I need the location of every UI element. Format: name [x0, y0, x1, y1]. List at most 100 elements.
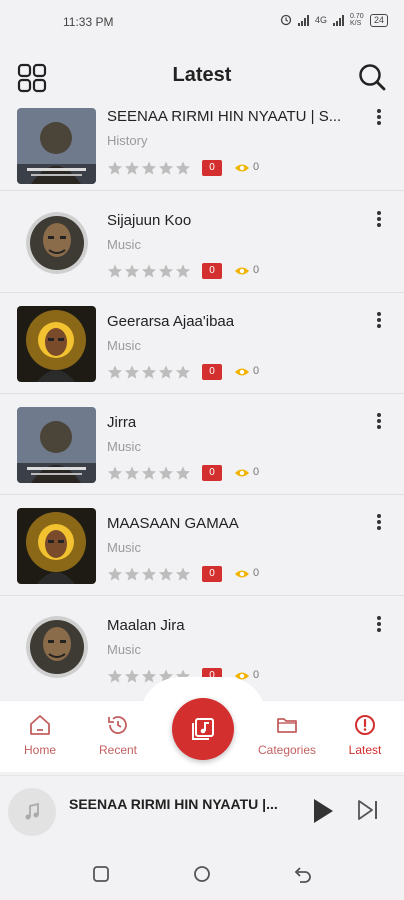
star-icon[interactable] — [124, 566, 140, 582]
track-thumbnail — [26, 616, 88, 678]
list-item[interactable]: SEENAA RIRMI HIN NYAATU | S... History 0… — [0, 104, 404, 191]
rating-stars[interactable] — [107, 263, 191, 279]
nav-home-label: Home — [23, 743, 56, 757]
star-icon[interactable] — [158, 160, 174, 176]
star-icon[interactable] — [175, 465, 191, 481]
nav-latest[interactable]: Latest — [325, 713, 404, 757]
play-icon[interactable] — [312, 798, 334, 824]
mini-player[interactable]: SEENAA RIRMI HIN NYAATU |... — [0, 775, 404, 847]
list-item[interactable]: MAASAAN GAMAA Music 0 0 — [0, 495, 404, 596]
eye-icon — [235, 267, 249, 275]
eye-icon — [235, 570, 249, 578]
star-icon[interactable] — [141, 160, 157, 176]
view-count: 0 — [253, 365, 260, 377]
skip-next-icon[interactable] — [356, 798, 380, 822]
track-category: Music — [107, 540, 141, 555]
list-item[interactable]: Geerarsa Ajaa'ibaa Music 0 0 — [0, 293, 404, 394]
star-icon[interactable] — [175, 160, 191, 176]
star-icon[interactable] — [124, 160, 140, 176]
nav-recent[interactable]: Recent — [78, 713, 158, 757]
star-icon[interactable] — [107, 566, 123, 582]
track-thumbnail — [26, 212, 88, 274]
player-artwork — [8, 788, 56, 836]
star-icon[interactable] — [158, 263, 174, 279]
status-time: 11:33 PM — [63, 15, 114, 29]
home-icon — [30, 715, 50, 735]
track-category: Music — [107, 338, 141, 353]
recents-icon[interactable] — [92, 865, 110, 883]
alarm-icon — [280, 14, 292, 26]
star-icon[interactable] — [141, 263, 157, 279]
count-badge: 0 — [202, 263, 222, 279]
rating-stars[interactable] — [107, 566, 191, 582]
view-count: 0 — [253, 161, 260, 173]
star-icon[interactable] — [175, 263, 191, 279]
nav-recent-label: Recent — [98, 743, 138, 757]
track-category: Music — [107, 237, 141, 252]
star-icon[interactable] — [124, 668, 140, 684]
more-options-icon[interactable] — [374, 108, 384, 126]
view-count: 0 — [253, 567, 260, 579]
view-count: 0 — [253, 669, 260, 681]
star-icon[interactable] — [141, 566, 157, 582]
track-title: Geerarsa Ajaa'ibaa — [107, 313, 235, 330]
star-icon[interactable] — [141, 465, 157, 481]
history-icon — [108, 716, 127, 734]
star-icon[interactable] — [124, 364, 140, 380]
nav-categories[interactable]: Categories — [247, 713, 327, 757]
star-icon[interactable] — [124, 263, 140, 279]
music-note-icon — [25, 802, 39, 820]
star-icon[interactable] — [107, 263, 123, 279]
track-category: Music — [107, 439, 141, 454]
star-icon[interactable] — [175, 364, 191, 380]
alert-circle-icon — [355, 715, 375, 735]
count-badge: 0 — [202, 160, 222, 176]
now-playing-button[interactable] — [172, 698, 234, 760]
star-icon[interactable] — [158, 465, 174, 481]
count-badge: 0 — [202, 465, 222, 481]
eye-icon — [235, 368, 249, 376]
app-header: Latest — [0, 44, 404, 106]
more-options-icon[interactable] — [374, 311, 384, 329]
track-title: Jirra — [107, 414, 137, 431]
home-button-icon[interactable] — [193, 865, 211, 883]
eye-icon — [235, 164, 249, 172]
battery-icon: 24 — [369, 13, 388, 27]
track-list: SEENAA RIRMI HIN NYAATU | S... History 0… — [0, 104, 404, 699]
track-thumbnail — [17, 108, 96, 184]
star-icon[interactable] — [107, 160, 123, 176]
more-options-icon[interactable] — [374, 615, 384, 633]
player-track-title: SEENAA RIRMI HIN NYAATU |... — [69, 796, 278, 812]
star-icon[interactable] — [107, 668, 123, 684]
star-icon[interactable] — [141, 364, 157, 380]
track-category: Music — [107, 642, 141, 657]
star-icon[interactable] — [158, 566, 174, 582]
star-icon[interactable] — [107, 364, 123, 380]
track-thumbnail — [17, 306, 96, 382]
more-options-icon[interactable] — [374, 513, 384, 531]
star-icon[interactable] — [141, 668, 157, 684]
list-item[interactable]: Jirra Music 0 0 — [0, 394, 404, 495]
rating-stars[interactable] — [107, 364, 191, 380]
list-item[interactable]: Sijajuun Koo Music 0 0 — [0, 192, 404, 293]
search-icon[interactable] — [357, 62, 387, 92]
nav-home[interactable]: Home — [0, 713, 80, 757]
status-bar: 11:33 PM 4G 0.70 K/S 24 — [0, 0, 404, 44]
folder-icon — [277, 718, 297, 733]
nav-latest-label: Latest — [348, 743, 382, 757]
star-icon[interactable] — [175, 566, 191, 582]
eye-icon — [235, 469, 249, 477]
star-icon[interactable] — [158, 364, 174, 380]
track-category: History — [107, 133, 148, 148]
star-icon[interactable] — [124, 465, 140, 481]
track-title: Maalan Jira — [107, 617, 185, 634]
more-options-icon[interactable] — [374, 210, 384, 228]
track-title: Sijajuun Koo — [107, 212, 192, 229]
more-options-icon[interactable] — [374, 412, 384, 430]
star-icon[interactable] — [107, 465, 123, 481]
rating-stars[interactable] — [107, 465, 191, 481]
rating-stars[interactable] — [107, 160, 191, 176]
count-badge: 0 — [202, 364, 222, 380]
back-icon[interactable] — [294, 865, 312, 883]
nav-categories-label: Categories — [257, 743, 317, 757]
